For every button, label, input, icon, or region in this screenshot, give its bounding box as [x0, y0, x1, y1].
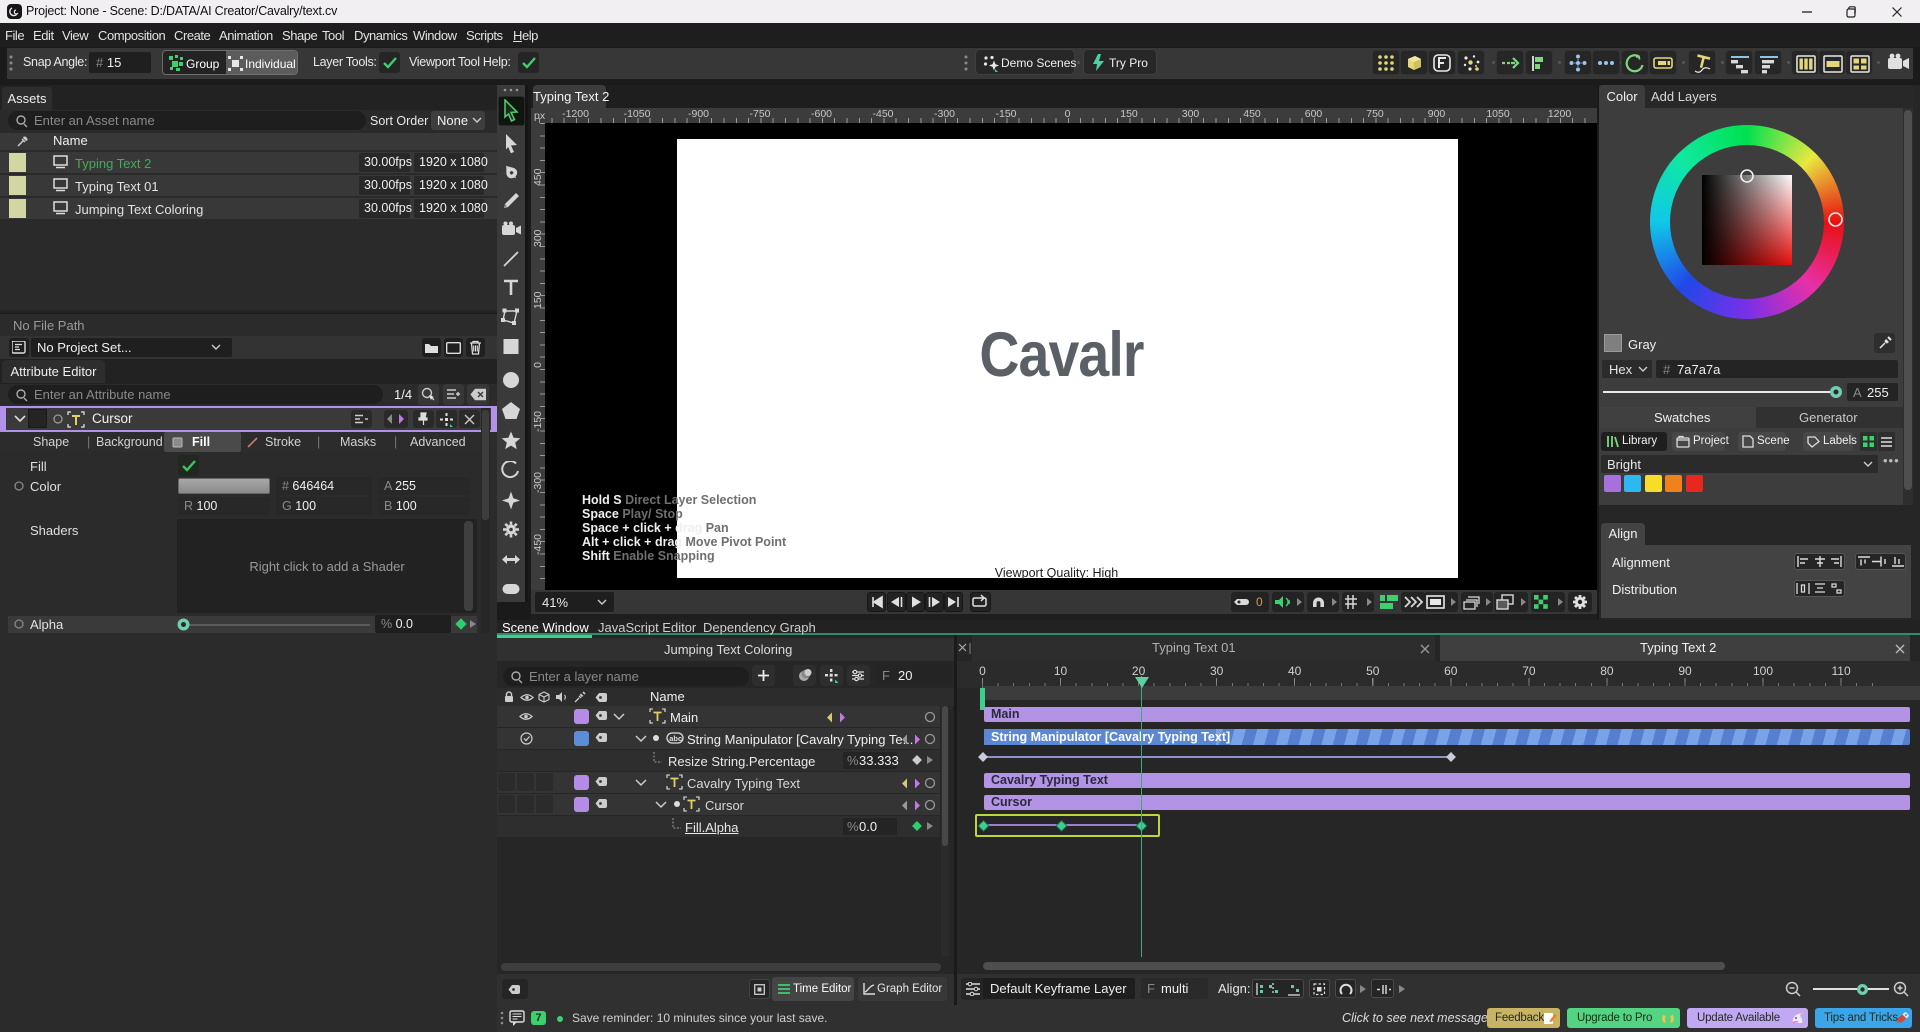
svg-text:0: 0	[1256, 595, 1263, 609]
svg-text:abc: abc	[669, 734, 682, 743]
